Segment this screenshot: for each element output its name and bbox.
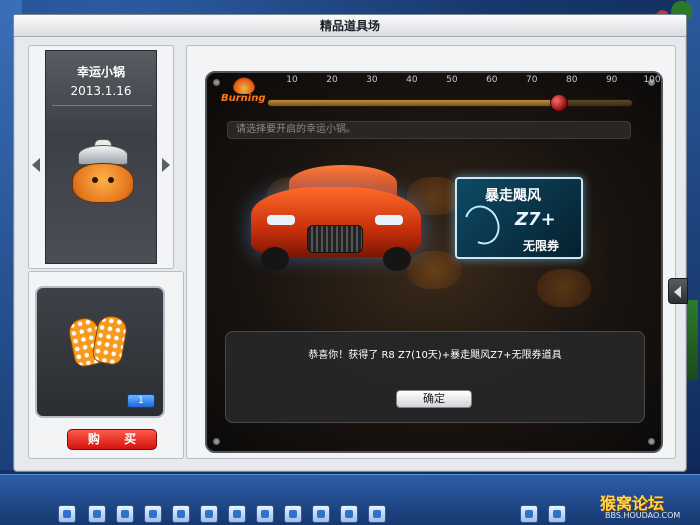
toolbar-book-icon[interactable] <box>284 505 302 523</box>
progress-tick: 100 <box>643 75 661 85</box>
reward-item-slot[interactable]: 1 <box>35 286 165 418</box>
voucher-subtitle: 无限券 <box>523 239 560 253</box>
progress-tick: 10 <box>286 75 298 85</box>
right-background-decoration <box>686 0 700 470</box>
toolbar-bag-icon[interactable] <box>256 505 274 523</box>
toolbar-menu-icon[interactable] <box>548 505 566 523</box>
toolbar-settings-icon[interactable] <box>368 505 386 523</box>
divider <box>52 105 152 106</box>
reward-item-panel: 1 购 买 <box>28 271 184 459</box>
pot-eye <box>92 177 98 183</box>
item-name: 幸运小锅 <box>76 65 125 79</box>
right-arrow-icon[interactable] <box>162 158 170 172</box>
rivet <box>648 438 655 445</box>
progress-fill <box>268 100 560 106</box>
item-date: 2013.1.16 <box>70 84 132 98</box>
item-shop-window: 精品道具场 幸运小锅 2013.1.16 1 购 买 Burning 10 20… <box>13 14 687 472</box>
toolbar-home-icon[interactable] <box>116 505 134 523</box>
progress-tick: 80 <box>565 75 578 85</box>
lucky-pot-panel: Burning 10 20 30 40 50 60 70 80 90 100 请… <box>186 45 676 459</box>
progress-tick: 40 <box>406 75 418 85</box>
toolbar-tools-icon[interactable] <box>144 505 162 523</box>
pot-body <box>72 163 134 203</box>
side-tab-arrow-icon[interactable] <box>668 278 688 304</box>
count-badge: 1 <box>127 394 155 408</box>
pot-lid <box>78 145 128 165</box>
item-card: 幸运小锅 2013.1.16 <box>45 50 157 264</box>
progress-tick: 70 <box>526 75 538 85</box>
burning-progress-bar <box>267 94 633 112</box>
toolbar-shop-icon[interactable] <box>88 505 106 523</box>
progress-tick: 20 <box>326 75 338 85</box>
flame-icon <box>233 76 255 94</box>
car-headlight <box>375 215 403 225</box>
toolbar-chat-icon[interactable] <box>340 505 358 523</box>
reward-message: 恭喜你！获得了 R8 Z7(10天)+暴走飓风Z7+无限券道具 <box>308 350 562 361</box>
lucky-pot-stage: Burning 10 20 30 40 50 60 70 80 90 100 请… <box>205 71 663 453</box>
lucky-pot[interactable] <box>537 269 591 307</box>
burning-label: Burning <box>221 93 266 104</box>
rivet <box>213 79 220 86</box>
progress-knob[interactable] <box>550 94 569 112</box>
car-wheel <box>261 247 289 271</box>
buy-button[interactable]: 购 买 <box>67 429 157 450</box>
confirm-button[interactable]: 确定 <box>396 390 472 408</box>
mitten-icon <box>66 310 129 380</box>
mitten-right <box>91 313 129 367</box>
window-title: 精品道具场 <box>14 15 686 37</box>
progress-tick: 50 <box>446 75 458 85</box>
progress-tick: 90 <box>605 75 618 85</box>
reward-dialog: 恭喜你！获得了 R8 Z7(10天)+暴走飓风Z7+无限券道具 确定 <box>225 331 645 423</box>
unlimited-voucher-card: 暴走飓风 Z7+ 无限券 <box>455 177 583 259</box>
progress-ticks: 10 20 30 40 50 60 70 80 90 100 <box>286 75 660 87</box>
left-arrow-icon[interactable] <box>32 158 40 172</box>
car-wheel <box>383 247 411 271</box>
item-preview-panel: 幸运小锅 2013.1.16 <box>28 45 174 269</box>
toolbar-mail-icon[interactable] <box>172 505 190 523</box>
instruction-text: 请选择要开启的幸运小锅。 <box>227 121 631 139</box>
voucher-swirl-icon <box>458 199 506 251</box>
toolbar-back-icon[interactable] <box>58 505 76 523</box>
pot-icon <box>72 139 134 209</box>
progress-tick: 60 <box>486 75 498 85</box>
toolbar-system-icon[interactable] <box>520 505 538 523</box>
forum-url-watermark: BBS.HOUDAO.COM <box>605 511 681 520</box>
progress-tick: 30 <box>366 75 378 85</box>
toolbar-gift-icon[interactable] <box>200 505 218 523</box>
car-headlight <box>267 215 295 225</box>
toolbar-team-icon[interactable] <box>312 505 330 523</box>
toolbar-friends-icon[interactable] <box>228 505 246 523</box>
car-icon <box>251 161 421 273</box>
bottom-toolbar <box>0 474 700 525</box>
voucher-title: 暴走飓风 <box>485 188 541 204</box>
voucher-code: Z7+ <box>515 209 556 230</box>
rivet <box>213 438 220 445</box>
pot-eye <box>108 177 114 183</box>
car-grill <box>307 225 363 253</box>
